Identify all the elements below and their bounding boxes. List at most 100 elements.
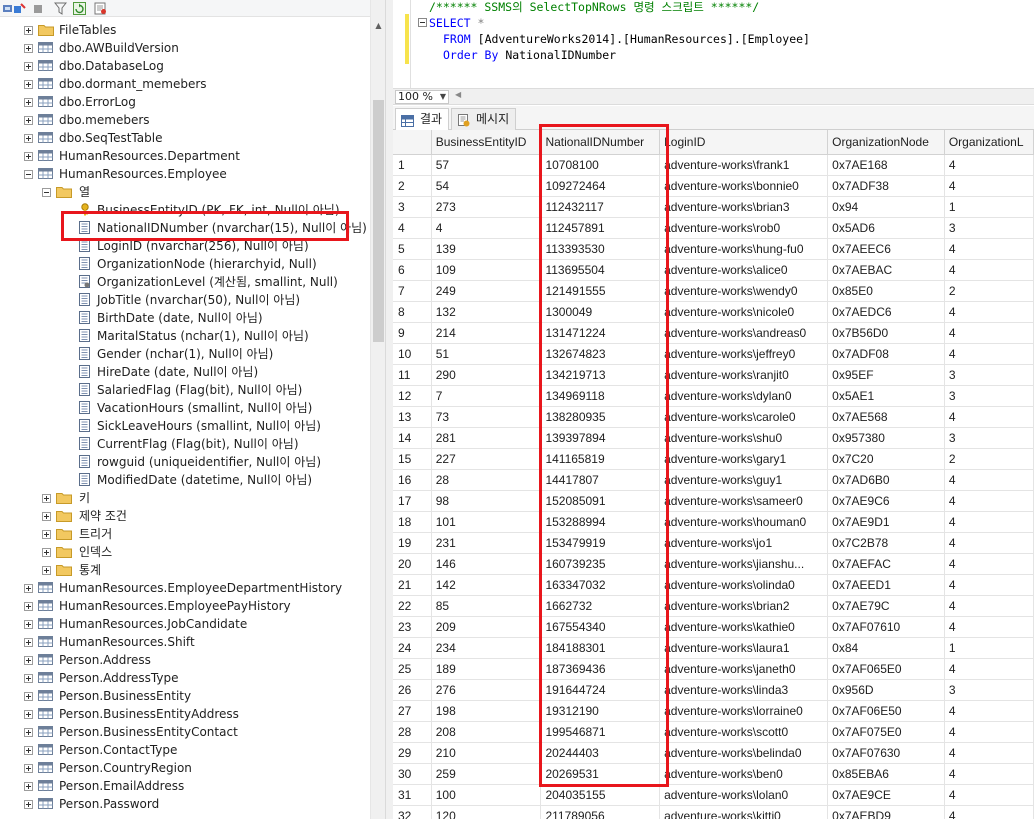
tree-node-person-addresstype[interactable]: Person.AddressType xyxy=(0,669,370,687)
table-row[interactable]: 1 57 10708100 adventure-works\frank1 0x7AE16… xyxy=(393,154,1034,176)
table-row[interactable]: 2 54 109272464 adventure-works\bonnie0 0x7AD… xyxy=(393,175,1034,197)
table-row[interactable]: 11 290 134219713 adventure-works\ranjit0 0x9… xyxy=(393,364,1034,386)
expand-plus-icon[interactable] xyxy=(24,692,33,701)
table-cell[interactable]: adventure-works\wendy0 xyxy=(659,280,829,302)
expand-plus-icon[interactable] xyxy=(42,566,51,575)
row-number-cell[interactable]: 10 xyxy=(393,343,432,365)
row-number-cell[interactable]: 29 xyxy=(393,742,432,764)
table-cell[interactable]: adventure-works\guy1 xyxy=(659,469,829,491)
table-cell[interactable]: adventure-works\jianshu... xyxy=(659,553,829,575)
table-cell[interactable]: 73 xyxy=(431,406,542,428)
row-number-cell[interactable]: 3 xyxy=(393,196,432,218)
table-row[interactable]: 21 142 163347032 adventure-works\olinda0 0x7… xyxy=(393,574,1034,596)
tree-node-person-address[interactable]: Person.Address xyxy=(0,651,370,669)
expand-plus-icon[interactable] xyxy=(42,548,51,557)
scrollbar-thumb[interactable] xyxy=(373,100,384,342)
expand-plus-icon[interactable] xyxy=(24,80,33,89)
table-cell[interactable]: 0x7C2B78 xyxy=(827,532,945,554)
table-cell[interactable]: 109 xyxy=(431,259,542,281)
table-cell[interactable]: 0x7B56D0 xyxy=(827,322,945,344)
code-order-line[interactable]: Order By NationalIDNumber xyxy=(443,47,616,63)
table-cell[interactable]: 0x7AEED1 xyxy=(827,574,945,596)
tree-node-dbo-awbuildversion[interactable]: dbo.AWBuildVersion xyxy=(0,39,370,57)
table-cell[interactable]: 0x7AD6B0 xyxy=(827,469,945,491)
tree-node-humanresources-employeepayhistory[interactable]: HumanResources.EmployeePayHistory xyxy=(0,597,370,615)
table-cell[interactable]: adventure-works\ben0 xyxy=(659,763,829,785)
table-cell[interactable]: 249 xyxy=(431,280,542,302)
table-cell[interactable]: 208 xyxy=(431,721,542,743)
tree-node-dbo-seqtesttable[interactable]: dbo.SeqTestTable xyxy=(0,129,370,147)
tree-node-organizationnode-hierarchyid-null[interactable]: OrganizationNode (hierarchyid, Null) xyxy=(0,255,370,273)
table-cell[interactable]: 4 xyxy=(944,784,1034,806)
table-cell[interactable]: adventure-works\carole0 xyxy=(659,406,829,428)
table-cell[interactable]: 85 xyxy=(431,595,542,617)
table-cell[interactable]: 28 xyxy=(431,469,542,491)
expand-plus-icon[interactable] xyxy=(24,800,33,809)
table-row[interactable]: 5 139 113393530 adventure-works\hung-fu0 0x7… xyxy=(393,238,1034,260)
table-cell[interactable]: 4 xyxy=(944,469,1034,491)
row-number-cell[interactable]: 14 xyxy=(393,427,432,449)
table-cell[interactable]: 231 xyxy=(431,532,542,554)
table-row[interactable]: 24 234 184188301 adventure-works\laura1 0x84… xyxy=(393,637,1034,659)
table-cell[interactable]: 2 xyxy=(944,448,1034,470)
table-cell[interactable]: adventure-works\laura1 xyxy=(659,637,829,659)
table-cell[interactable]: 4 xyxy=(944,595,1034,617)
table-cell[interactable]: adventure-works\jeffrey0 xyxy=(659,343,829,365)
tree-node-키[interactable]: 키 xyxy=(0,489,370,507)
tree-node-jobtitle-nvarchar-50-null이-아님[interactable]: JobTitle (nvarchar(50), Null이 아님) xyxy=(0,291,370,309)
expand-plus-icon[interactable] xyxy=(42,530,51,539)
table-cell[interactable]: 0x957380 xyxy=(827,427,945,449)
table-cell[interactable]: 0x7AE568 xyxy=(827,406,945,428)
table-cell[interactable]: 4 xyxy=(944,154,1034,176)
table-row[interactable]: 17 98 152085091 adventure-works\sameer0 0x7A… xyxy=(393,490,1034,512)
code-comment-line[interactable]: /****** SSMS의 SelectTopNRows 명령 스크립트 ***… xyxy=(429,0,759,15)
table-cell[interactable]: 3 xyxy=(944,679,1034,701)
stop-icon[interactable] xyxy=(32,2,45,15)
table-cell[interactable]: 0x7AEDC6 xyxy=(827,301,945,323)
table-cell[interactable]: 0x7AEBD9 xyxy=(827,805,945,819)
table-cell[interactable]: 4 xyxy=(944,553,1034,575)
table-cell[interactable]: 1 xyxy=(944,637,1034,659)
row-number-header[interactable] xyxy=(393,130,432,155)
table-cell[interactable]: adventure-works\janeth0 xyxy=(659,658,829,680)
tab-messages[interactable]: 메시지 xyxy=(451,108,517,130)
row-number-cell[interactable]: 6 xyxy=(393,259,432,281)
table-cell[interactable]: adventure-works\bonnie0 xyxy=(659,175,829,197)
table-row[interactable]: 31 100 204035155 adventure-works\lolan0 0x7A… xyxy=(393,784,1034,806)
expand-plus-icon[interactable] xyxy=(42,512,51,521)
table-cell[interactable]: adventure-works\kitti0 xyxy=(659,805,829,819)
table-cell[interactable]: adventure-works\rob0 xyxy=(659,217,829,239)
tree-node-organizationlevel-계산됨-smallint-null[interactable]: OrganizationLevel (계산됨, smallint, Null) xyxy=(0,273,370,291)
table-cell[interactable]: 0x7AEFAC xyxy=(827,553,945,575)
code-from-line[interactable]: FROM [AdventureWorks2014].[HumanResource… xyxy=(443,31,810,47)
table-cell[interactable]: 0x7AF07610 xyxy=(827,616,945,638)
table-cell[interactable]: 4 xyxy=(944,532,1034,554)
tree-node-vacationhours-smallint-null이-아님[interactable]: VacationHours (smallint, Null이 아님) xyxy=(0,399,370,417)
row-number-cell[interactable]: 8 xyxy=(393,301,432,323)
code-collapse-icon[interactable] xyxy=(418,18,427,27)
table-cell[interactable]: adventure-works\brian2 xyxy=(659,595,829,617)
table-cell[interactable]: adventure-works\lorraine0 xyxy=(659,700,829,722)
scroll-up-arrow-icon[interactable]: ▲ xyxy=(371,18,385,33)
table-cell[interactable]: 0x5AD6 xyxy=(827,217,945,239)
table-row[interactable]: 9 214 131471224 adventure-works\andreas0 0x7… xyxy=(393,322,1034,344)
expand-plus-icon[interactable] xyxy=(24,656,33,665)
table-cell[interactable]: 4 xyxy=(944,511,1034,533)
table-cell[interactable]: 132 xyxy=(431,301,542,323)
table-cell[interactable]: 0x7AF07630 xyxy=(827,742,945,764)
tree-node-열[interactable]: 열 xyxy=(0,183,370,201)
table-cell[interactable]: 4 xyxy=(944,742,1034,764)
table-cell[interactable]: 3 xyxy=(944,217,1034,239)
table-cell[interactable]: adventure-works\shu0 xyxy=(659,427,829,449)
table-cell[interactable]: 4 xyxy=(944,301,1034,323)
row-number-cell[interactable]: 12 xyxy=(393,385,432,407)
expand-plus-icon[interactable] xyxy=(24,674,33,683)
table-cell[interactable]: 0x7AE168 xyxy=(827,154,945,176)
table-cell[interactable]: 0x84 xyxy=(827,637,945,659)
table-cell[interactable]: 4 xyxy=(944,175,1034,197)
table-row[interactable]: 16 28 14417807 adventure-works\guy1 0x7AD6B0… xyxy=(393,469,1034,491)
table-cell[interactable]: 198 xyxy=(431,700,542,722)
table-cell[interactable]: 227 xyxy=(431,448,542,470)
table-cell[interactable]: 0x7AE9D1 xyxy=(827,511,945,533)
table-cell[interactable]: 0x7ADF38 xyxy=(827,175,945,197)
